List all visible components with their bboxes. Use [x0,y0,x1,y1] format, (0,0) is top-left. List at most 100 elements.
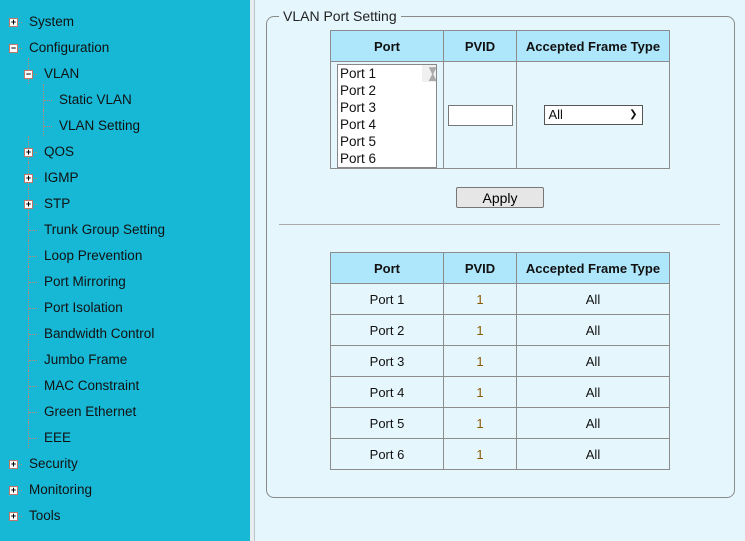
expand-icon[interactable]: + [24,174,33,183]
collapse-icon[interactable]: − [24,70,33,79]
sidebar-divider[interactable] [250,0,255,541]
tree-line [29,282,37,283]
pvid-cell: 1 [443,438,517,470]
port-cell: Port 5 [330,407,444,439]
sidebar-item-stp[interactable]: STP [44,194,70,214]
tree-line [28,266,29,292]
edit-table: Port PVID Accepted Frame Type Port 1 Port 2… [330,30,670,169]
collapse-icon[interactable]: − [9,44,18,53]
tree-line [28,370,29,396]
tree-line [44,126,52,127]
port-cell: Port 6 [330,438,444,470]
sidebar-item-configuration[interactable]: Configuration [29,38,109,58]
tree-line [28,240,29,266]
sidebar-item-igmp[interactable]: IGMP [44,168,79,188]
port-cell: Port 1 [330,283,444,315]
port-option[interactable]: Port 4 [338,116,436,133]
sidebar-item-static-vlan[interactable]: Static VLAN [59,90,132,110]
tree-line [28,318,29,344]
sidebar-item-loop-prevention[interactable]: Loop Prevention [44,246,142,266]
sidebar-item-vlan[interactable]: VLAN [44,64,79,84]
expand-icon[interactable]: + [24,200,33,209]
port-option[interactable]: Port 6 [338,150,436,167]
apply-button[interactable]: Apply [456,187,544,208]
expand-icon[interactable]: + [9,486,18,495]
tree-line [28,396,29,422]
sidebar-item-qos[interactable]: QOS [44,142,74,162]
expand-icon[interactable]: + [9,460,18,469]
sidebar-item-security[interactable]: Security [29,454,78,474]
port-cell: Port 2 [330,314,444,346]
pvid-cell: 1 [443,376,517,408]
port-listbox[interactable]: Port 1Port 2Port 3Port 4Port 5Port 6▲▼ [337,64,437,168]
header-port: Port [330,252,444,284]
sidebar-item-mac-constraint[interactable]: MAC Constraint [44,376,139,396]
table-row: Port 1 1 All [330,283,670,315]
header-frame-type: Accepted Frame Type [516,30,670,62]
tree-line [28,422,29,448]
tree-line [28,292,29,318]
group-title: VLAN Port Setting [283,8,397,24]
tree-line [29,334,37,335]
port-option[interactable]: Port 5 [338,133,436,150]
table-row: Port 6 1 All [330,438,670,470]
header-frame-type: Accepted Frame Type [516,252,670,284]
frame-type-cell: All [516,345,670,377]
tree-line [29,386,37,387]
port-option[interactable]: Port 3 [338,99,436,116]
port-option[interactable]: Port 2 [338,82,436,99]
table-row: Port 2 1 All [330,314,670,346]
expand-icon[interactable]: + [24,148,33,157]
tree-line [29,230,37,231]
port-cell: Port 3 [330,345,444,377]
sidebar-item-jumbo-frame[interactable]: Jumbo Frame [44,350,127,370]
pvid-cell: 1 [443,345,517,377]
expand-icon[interactable]: + [9,18,18,27]
port-cell: Port 4 [330,376,444,408]
tree-line [44,100,52,101]
sidebar-item-port-mirroring[interactable]: Port Mirroring [44,272,126,292]
sidebar-item-tools[interactable]: Tools [29,506,61,526]
frame-type-cell: All [516,407,670,439]
sidebar-nav: + System − Configuration − VLAN Static VLAN VLA… [0,0,250,541]
table-row: Port 5 1 All [330,407,670,439]
tree-line [29,412,37,413]
pvid-cell: 1 [443,407,517,439]
pvid-cell: 1 [443,283,517,315]
sidebar-item-bandwidth-control[interactable]: Bandwidth Control [44,324,154,344]
header-pvid: PVID [443,30,517,62]
main-panel: VLAN Port Setting Port PVID Accepted Frame… [256,0,745,541]
tree-line [28,214,29,240]
table-row: Port 3 1 All [330,345,670,377]
expand-icon[interactable]: + [9,512,18,521]
frame-type-selected: All [548,107,563,122]
port-status-table: Port PVID Accepted Frame Type Port 1 1 All Po… [330,252,670,470]
sidebar-item-vlan-setting[interactable]: VLAN Setting [59,116,140,136]
table-row: Port 4 1 All [330,376,670,408]
frame-type-select[interactable]: All ❯ [543,105,643,125]
tree-line [29,360,37,361]
tree-line [43,84,44,110]
pvid-input[interactable] [447,104,513,126]
pvid-cell: 1 [443,314,517,346]
tree-line [43,110,44,136]
sidebar-item-green-ethernet[interactable]: Green Ethernet [44,402,136,422]
frame-type-cell: All [516,438,670,470]
tree-line [29,438,37,439]
sidebar-item-system[interactable]: System [29,12,74,32]
chevron-down-icon: ❯ [629,109,638,120]
sidebar-item-trunk-group-setting[interactable]: Trunk Group Setting [44,220,165,240]
tree-line [28,344,29,370]
frame-type-cell: All [516,283,670,315]
listbox-scrollbar[interactable]: ▲▼ [422,65,436,84]
header-pvid: PVID [443,252,517,284]
tree-line [29,256,37,257]
sidebar-item-eee[interactable]: EEE [44,428,71,448]
separator [279,224,720,225]
sidebar-item-port-isolation[interactable]: Port Isolation [44,298,123,318]
sidebar-item-monitoring[interactable]: Monitoring [29,480,92,500]
frame-type-cell: All [516,314,670,346]
tree-line [29,308,37,309]
frame-type-cell: All [516,376,670,408]
header-port: Port [330,30,444,62]
